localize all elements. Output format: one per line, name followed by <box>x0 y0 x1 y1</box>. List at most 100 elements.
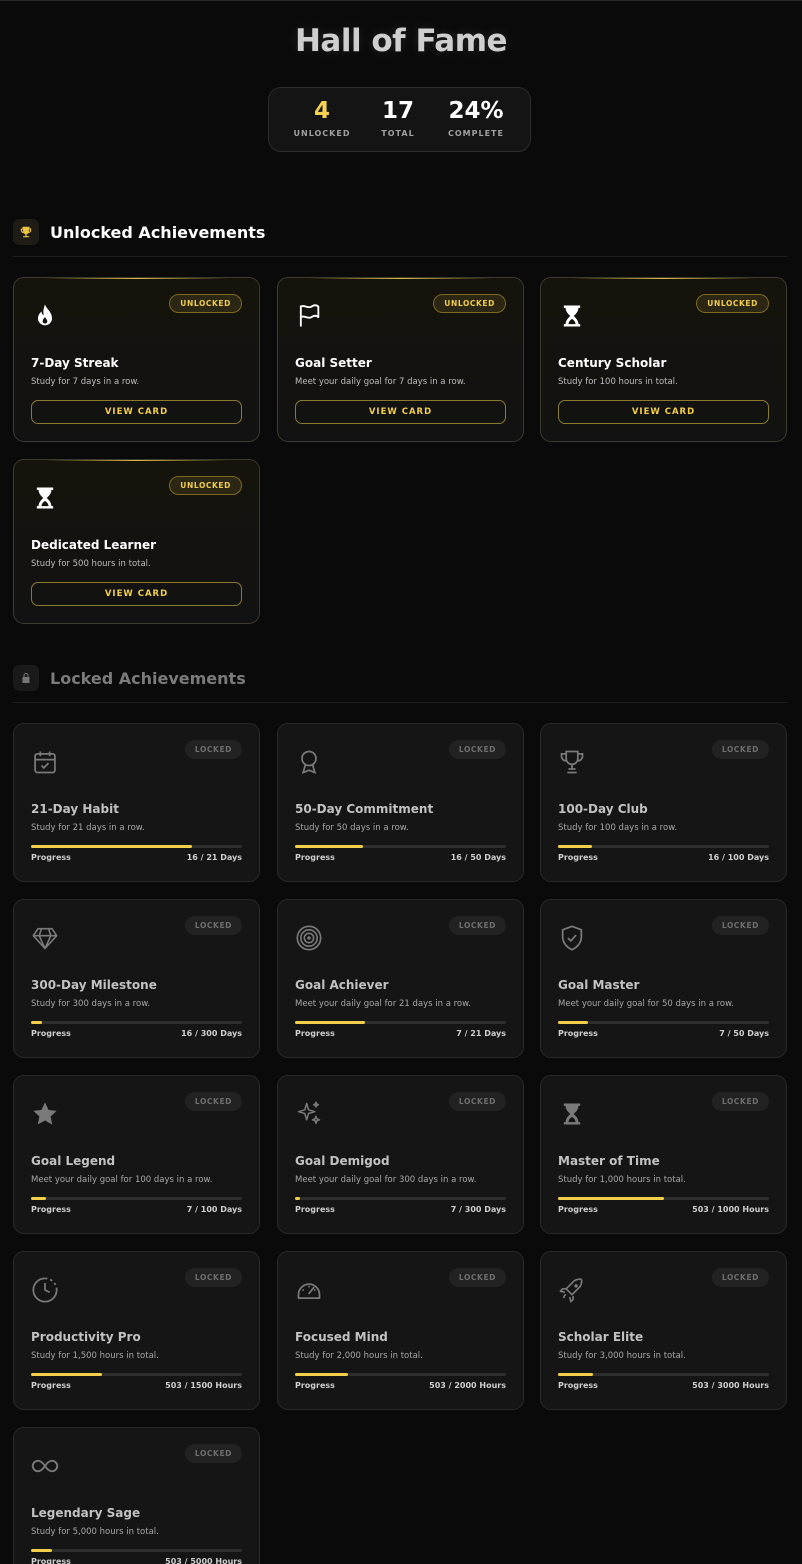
progress-bar <box>295 1373 506 1376</box>
flame-icon <box>31 302 59 330</box>
progress-label: Progress <box>295 1381 335 1390</box>
progress-fill <box>558 1373 594 1376</box>
progress-bar <box>31 1373 242 1376</box>
progress-value: 16 / 21 Days <box>186 853 242 862</box>
status-badge: LOCKED <box>184 1092 242 1111</box>
achievement-title: 21-Day Habit <box>31 802 119 816</box>
progress-bar <box>31 1549 242 1552</box>
status-badge: LOCKED <box>711 1092 769 1111</box>
achievement-card: LOCKED 21-Day Habit Study for 21 days in a… <box>13 723 260 882</box>
progress-value: 503 / 5000 Hours <box>165 1557 242 1564</box>
progress-bar <box>558 1373 769 1376</box>
progress-bar <box>31 1021 242 1024</box>
progress-label: Progress <box>31 853 71 862</box>
achievement-card: LOCKED Master of Time Study for 1,000 hour… <box>540 1075 787 1234</box>
achievement-title: Scholar Elite <box>558 1330 644 1344</box>
progress-label: Progress <box>31 1557 71 1564</box>
achievement-card: LOCKED Productivity Pro Study for 1,500 ho… <box>13 1251 260 1410</box>
status-badge: LOCKED <box>448 1092 506 1111</box>
status-badge: LOCKED <box>448 1268 506 1287</box>
achievement-card: LOCKED Goal Demigod Meet your daily goal f… <box>277 1075 524 1234</box>
progress-value: 7 / 100 Days <box>186 1205 242 1214</box>
achievement-card: UNLOCKED Century Scholar Study for 100 hou… <box>540 277 787 442</box>
progress-fill <box>558 1197 665 1200</box>
view-card-button[interactable]: VIEW CARD <box>558 400 769 424</box>
view-card-button[interactable]: VIEW CARD <box>295 400 506 424</box>
progress-label: Progress <box>31 1205 71 1214</box>
achievement-description: Study for 21 days in a row. <box>31 823 145 833</box>
progress-fill <box>31 1021 43 1024</box>
achievement-description: Study for 100 days in a row. <box>558 823 678 833</box>
progress-value: 16 / 300 Days <box>181 1029 242 1038</box>
view-card-button[interactable]: VIEW CARD <box>31 400 242 424</box>
achievement-title: Century Scholar <box>558 356 667 370</box>
achievement-title: Productivity Pro <box>31 1330 141 1344</box>
progress-bar <box>31 845 242 848</box>
progress-value: 503 / 2000 Hours <box>429 1381 506 1390</box>
achievement-title: 300-Day Milestone <box>31 978 157 992</box>
hourglass-icon <box>31 484 59 512</box>
progress-label: Progress <box>31 1029 71 1038</box>
progress-fill <box>31 845 192 848</box>
progress-bar <box>31 1197 242 1200</box>
progress-value: 16 / 100 Days <box>708 853 769 862</box>
achievement-title: 100-Day Club <box>558 802 648 816</box>
achievement-description: Meet your daily goal for 7 days in a row… <box>295 377 466 387</box>
progress-fill <box>295 1373 349 1376</box>
progress-value: 503 / 1000 Hours <box>692 1205 769 1214</box>
achievement-card: UNLOCKED 7-Day Streak Study for 7 days in … <box>13 277 260 442</box>
stats-panel: 4 UNLOCKED 17 TOTAL 24% COMPLETE <box>268 87 531 152</box>
progress-value: 7 / 21 Days <box>456 1029 506 1038</box>
status-badge: LOCKED <box>448 740 506 759</box>
status-badge: LOCKED <box>711 916 769 935</box>
achievement-description: Study for 1,000 hours in total. <box>558 1175 686 1185</box>
achievement-description: Study for 100 hours in total. <box>558 377 678 387</box>
progress-label: Progress <box>558 1381 598 1390</box>
calendar-check-icon <box>31 748 59 776</box>
diamond-icon <box>31 924 59 952</box>
progress-bar <box>558 1197 769 1200</box>
shield-check-icon <box>558 924 586 952</box>
status-badge: UNLOCKED <box>169 476 242 495</box>
progress-label: Progress <box>295 1205 335 1214</box>
stat-label: COMPLETE <box>448 129 504 138</box>
achievement-title: Dedicated Learner <box>31 538 157 552</box>
flag-icon <box>295 302 323 330</box>
infinity-icon <box>31 1452 59 1480</box>
achievement-title: Goal Setter <box>295 356 372 370</box>
clock-dashed-icon <box>31 1276 59 1304</box>
achievement-title: Focused Mind <box>295 1330 388 1344</box>
progress-label: Progress <box>31 1381 71 1390</box>
progress-label: Progress <box>558 853 598 862</box>
achievement-title: Master of Time <box>558 1154 660 1168</box>
achievement-title: 7-Day Streak <box>31 356 119 370</box>
achievement-title: 50-Day Commitment <box>295 802 434 816</box>
achievement-description: Study for 500 hours in total. <box>31 559 151 569</box>
section-title: Unlocked Achievements <box>50 223 266 242</box>
achievement-card: UNLOCKED Dedicated Learner Study for 500 h… <box>13 459 260 624</box>
achievement-title: Goal Legend <box>31 1154 116 1168</box>
status-badge: LOCKED <box>184 740 242 759</box>
achievement-card: LOCKED Focused Mind Study for 2,000 hours … <box>277 1251 524 1410</box>
achievement-card: LOCKED Goal Legend Meet your daily goal fo… <box>13 1075 260 1234</box>
progress-label: Progress <box>295 853 335 862</box>
trophy-icon <box>558 748 586 776</box>
gauge-icon <box>295 1276 323 1304</box>
progress-label: Progress <box>558 1029 598 1038</box>
award-ribbon-icon <box>295 748 323 776</box>
status-badge: LOCKED <box>448 916 506 935</box>
view-card-button[interactable]: VIEW CARD <box>31 582 242 606</box>
achievement-description: Study for 3,000 hours in total. <box>558 1351 686 1361</box>
divider <box>13 256 787 257</box>
status-badge: LOCKED <box>711 1268 769 1287</box>
status-badge: LOCKED <box>711 740 769 759</box>
progress-bar <box>558 1021 769 1024</box>
achievement-title: Goal Achiever <box>295 978 389 992</box>
achievement-card: LOCKED 300-Day Milestone Study for 300 day… <box>13 899 260 1058</box>
achievement-description: Meet your daily goal for 50 days in a ro… <box>558 999 734 1009</box>
progress-bar <box>295 845 506 848</box>
unlocked-section-header: Unlocked Achievements <box>13 219 787 257</box>
progress-value: 7 / 300 Days <box>450 1205 506 1214</box>
achievement-card: LOCKED 50-Day Commitment Study for 50 days… <box>277 723 524 882</box>
achievement-card: LOCKED Scholar Elite Study for 3,000 hours… <box>540 1251 787 1410</box>
